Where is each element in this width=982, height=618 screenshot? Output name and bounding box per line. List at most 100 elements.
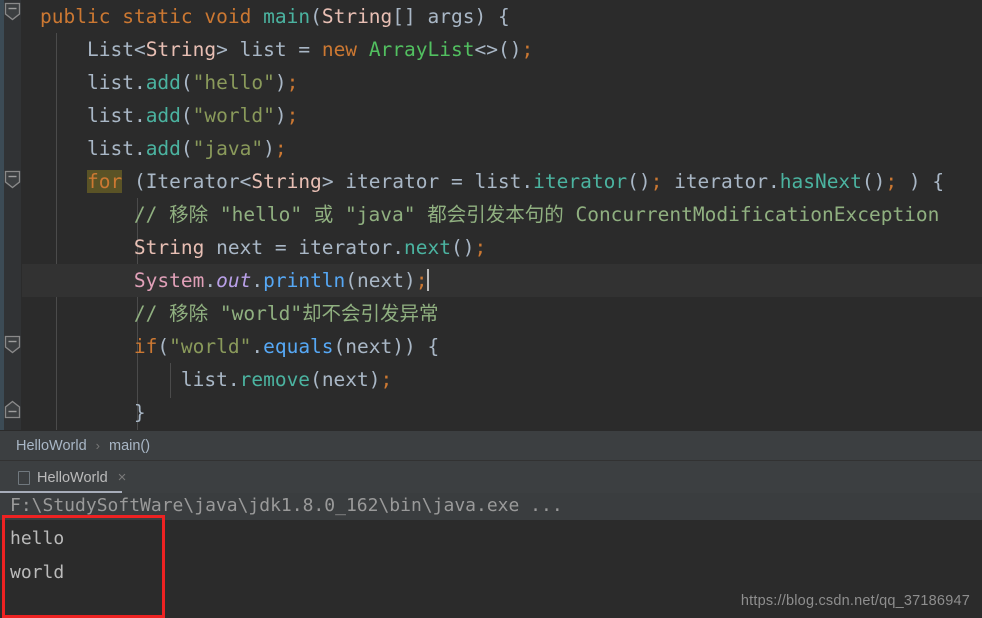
code-token: Iterator (145, 170, 240, 193)
code-line[interactable]: String next = iterator.next(); (40, 231, 486, 264)
code-token: = (286, 38, 322, 61)
code-token: ) (404, 269, 416, 292)
code-token: . (204, 269, 217, 292)
code-token: = (263, 236, 299, 259)
run-tab-helloworld[interactable]: HelloWorld × (8, 461, 134, 494)
code-token: next (357, 269, 405, 292)
code-token: . (133, 71, 146, 94)
code-token: ; (286, 71, 299, 94)
code-token: ( (180, 71, 193, 94)
code-line[interactable]: list.add("hello"); (40, 66, 298, 99)
code-token: > (216, 38, 240, 61)
code-token: add (145, 137, 181, 160)
code-token: . (521, 170, 534, 193)
code-token: ; (286, 104, 299, 127)
code-token: hasNext (779, 170, 862, 193)
code-token: () (450, 236, 475, 259)
code-token: ) { (897, 170, 945, 193)
code-line[interactable]: } (40, 396, 146, 429)
run-tool-window-tabbar[interactable]: HelloWorld × (0, 460, 982, 494)
code-line[interactable]: System.out.println(next); (40, 264, 429, 297)
code-token: String (251, 170, 322, 193)
breadcrumb-separator-icon: › (95, 438, 100, 453)
code-token: String (133, 236, 205, 259)
code-token: ; (474, 236, 487, 259)
breadcrumb-item-class[interactable]: HelloWorld (16, 438, 87, 454)
code-token: . (251, 269, 264, 292)
code-token: void (204, 5, 252, 28)
code-token: ( (310, 5, 322, 28)
code-token: . (133, 137, 146, 160)
console-output-line-1: hello (10, 528, 65, 549)
code-token: )) { (392, 335, 440, 358)
code-token: ( (345, 269, 358, 292)
code-token: add (145, 104, 181, 127)
code-token: add (145, 71, 181, 94)
code-token: ; (380, 368, 393, 391)
code-token: "java" (192, 137, 264, 160)
code-token: remove (239, 368, 311, 391)
fold-open-icon[interactable] (4, 170, 21, 189)
code-token: main (263, 5, 311, 28)
fold-open-icon[interactable] (4, 2, 21, 21)
code-token: . (133, 104, 146, 127)
run-config-icon (18, 470, 30, 485)
code-token: for (86, 170, 123, 193)
code-token: ( (157, 335, 170, 358)
code-token: . (251, 335, 264, 358)
editor-gutter[interactable] (0, 0, 22, 430)
run-tab-label: HelloWorld (37, 469, 108, 486)
code-token: public (40, 5, 111, 28)
code-line[interactable]: List<String> list = new ArrayList<>(); (40, 33, 533, 66)
code-token: ArrayList (368, 38, 475, 61)
code-token: ) (274, 104, 287, 127)
breadcrumb-item-method[interactable]: main() (109, 438, 150, 454)
code-token: ) (274, 71, 287, 94)
code-token: args (427, 5, 475, 28)
code-token: next (216, 236, 264, 259)
code-line[interactable]: for (Iterator<String> iterator = list.it… (40, 165, 944, 198)
code-token: static (122, 5, 193, 28)
ide-window: public static void main(String[] args) {… (0, 0, 982, 618)
code-line[interactable]: list.add("java"); (40, 132, 287, 165)
code-line[interactable]: // 移除 "world"却不会引发异常 (40, 297, 439, 330)
code-token: . (227, 368, 240, 391)
code-token: new (321, 38, 358, 61)
code-token: ; (274, 137, 287, 160)
close-icon[interactable]: × (118, 470, 127, 485)
code-token: "world" (192, 104, 275, 127)
code-line[interactable]: // 移除 "hello" 或 "java" 都会引发本句的 Concurren… (40, 198, 940, 231)
code-line[interactable]: public static void main(String[] args) { (40, 0, 510, 33)
code-token: "hello" (192, 71, 275, 94)
code-token: List (86, 38, 134, 61)
code-text-area[interactable]: public static void main(String[] args) {… (22, 0, 982, 430)
code-token: iterator (533, 170, 628, 193)
code-editor[interactable]: public static void main(String[] args) {… (0, 0, 982, 430)
code-line[interactable]: if("world".equals(next)) { (40, 330, 439, 363)
code-line[interactable]: list.add("world"); (40, 99, 298, 132)
code-token: if (133, 335, 158, 358)
code-token: . (767, 170, 780, 193)
fold-open-icon[interactable] (4, 335, 21, 354)
gutter-left-strip (0, 0, 4, 430)
code-token: ( (122, 170, 146, 193)
console-output-line-2: world (10, 562, 65, 583)
fold-close-icon[interactable] (4, 400, 21, 419)
code-token: () (627, 170, 651, 193)
code-token: < (239, 170, 252, 193)
code-token: } (40, 401, 146, 424)
code-token: next (404, 236, 451, 259)
breadcrumb[interactable]: HelloWorld › main() (0, 430, 982, 460)
code-token: iterator (298, 236, 393, 259)
code-line[interactable]: list.remove(next); (40, 363, 392, 396)
